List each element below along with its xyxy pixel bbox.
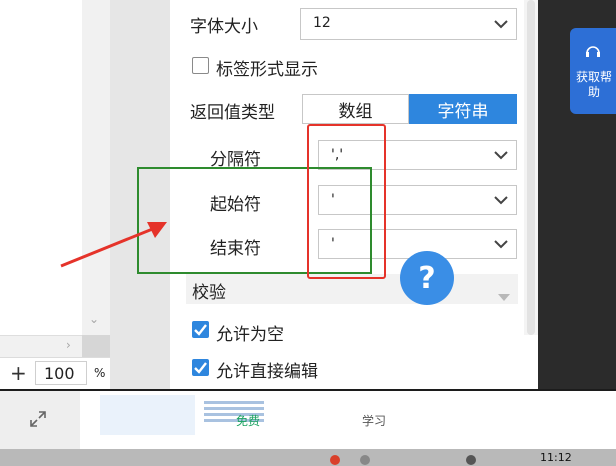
allow-direct-edit-label: 允许直接编辑 <box>216 362 318 382</box>
return-type-array-tab[interactable]: 数组 <box>302 94 409 124</box>
headset-icon <box>584 42 602 64</box>
scroll-down-icon[interactable]: ⌄ <box>89 312 99 326</box>
design-canvas[interactable] <box>0 0 83 335</box>
panel-scrollbar-thumb[interactable] <box>527 0 535 335</box>
free-label[interactable]: 免费 <box>236 412 260 429</box>
return-type-string-tab[interactable]: 字符串 <box>409 94 517 124</box>
taskbar-clock: 11:12 <box>540 451 572 464</box>
red-highlight-box <box>307 124 386 279</box>
tag-display-checkbox[interactable] <box>192 57 209 74</box>
chevron-down-icon <box>486 141 516 169</box>
tag-display-label: 标签形式显示 <box>216 60 318 80</box>
learn-label[interactable]: 学习 <box>362 412 386 429</box>
os-taskbar: 11:12 <box>0 449 616 466</box>
font-size-select[interactable]: 12 <box>300 8 517 40</box>
chevron-down-icon <box>486 230 516 258</box>
tray-app-icon[interactable] <box>466 455 476 465</box>
allow-empty-label: 允许为空 <box>216 325 284 345</box>
chevron-down-icon <box>486 186 516 214</box>
red-arrow-annotation <box>60 222 167 268</box>
expand-icon[interactable] <box>30 411 46 431</box>
zoom-bar: + 100 % <box>0 357 110 390</box>
get-help-label: 获取帮助 <box>575 70 612 99</box>
expand-area <box>0 391 80 451</box>
canvas-vertical-scrollbar[interactable]: ⌄ <box>82 0 110 335</box>
return-type-label: 返回值类型 <box>190 103 275 123</box>
zoom-in-button[interactable]: + <box>10 361 27 385</box>
chevron-down-icon <box>486 9 516 39</box>
bottom-ad-bar: 免费 学习 <box>0 389 616 451</box>
get-help-button[interactable]: 获取帮助 <box>570 28 616 114</box>
panel-scrollbar[interactable] <box>524 0 538 335</box>
zoom-unit: % <box>94 366 106 380</box>
allow-direct-edit-checkbox[interactable] <box>192 359 209 376</box>
validation-section-label: 校验 <box>192 283 226 303</box>
tray-app-icon[interactable] <box>360 455 370 465</box>
ad-banner-image[interactable] <box>100 395 264 435</box>
collapse-arrow-icon <box>498 286 510 305</box>
scroll-right-icon[interactable]: › <box>66 338 71 352</box>
zoom-input[interactable]: 100 <box>35 361 87 385</box>
tray-app-icon[interactable] <box>330 455 340 465</box>
right-side-dark-area: 获取帮助 <box>538 0 616 389</box>
font-size-value: 12 <box>313 15 331 31</box>
canvas-horizontal-scrollbar[interactable]: › <box>0 335 82 358</box>
help-fab-button[interactable]: ? <box>400 251 454 305</box>
font-size-label: 字体大小 <box>190 17 258 37</box>
allow-empty-checkbox[interactable] <box>192 321 209 338</box>
